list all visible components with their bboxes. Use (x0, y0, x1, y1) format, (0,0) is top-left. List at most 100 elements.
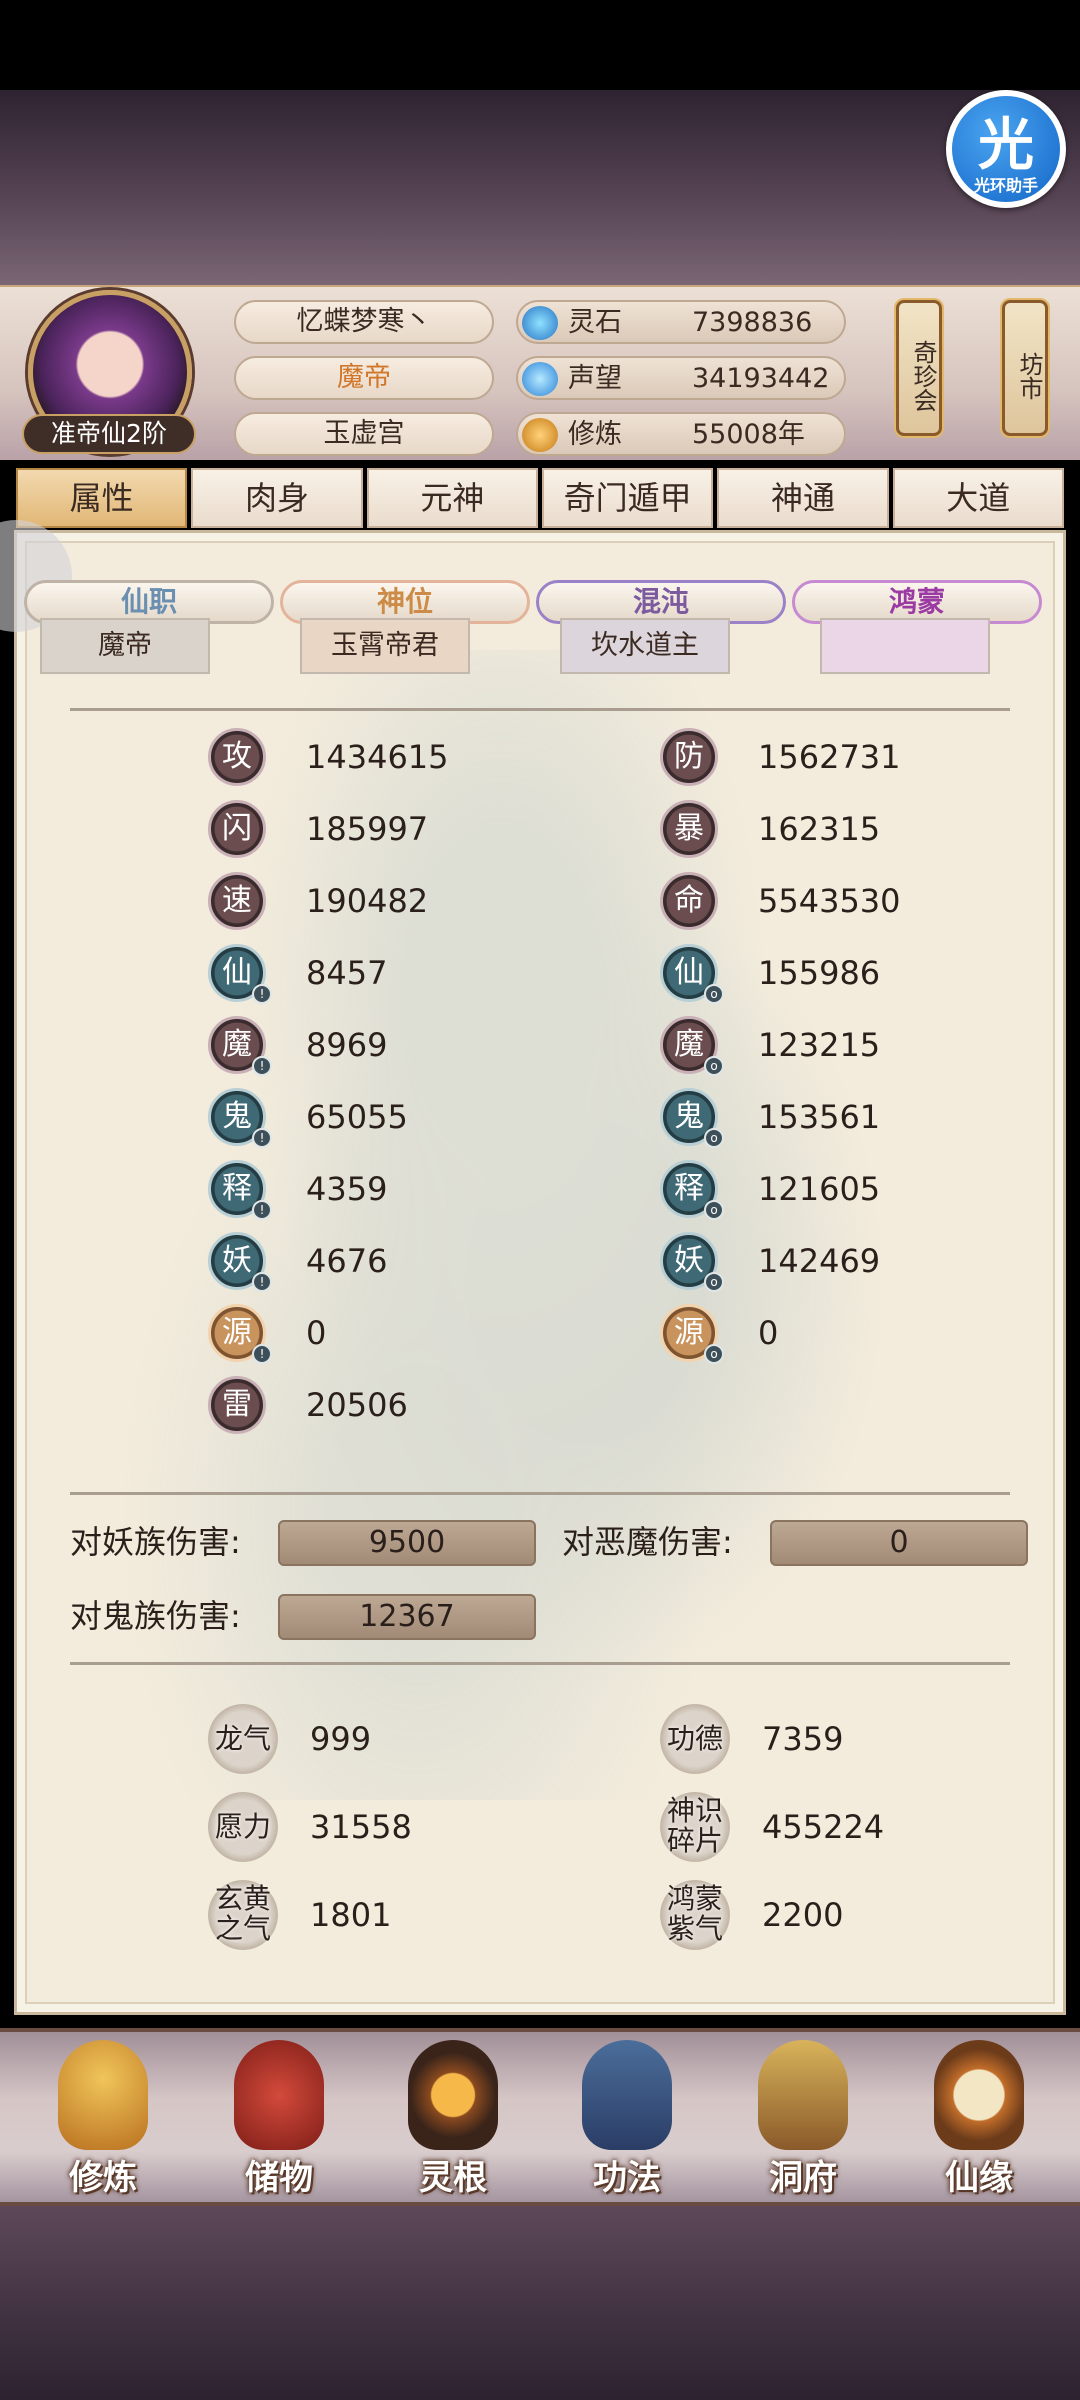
defense-marker-icon: o (704, 1200, 724, 1220)
resource-label: 灵石 (568, 307, 622, 338)
defense-marker-icon: o (704, 1344, 724, 1364)
stat-crit-icon[interactable]: 暴 (660, 800, 718, 858)
prestige-icon (522, 362, 558, 396)
nav-cultivate[interactable]: 修炼 (28, 2040, 178, 2200)
resource-spirit-stone: 灵石 7398836 (516, 300, 846, 344)
attack-marker-icon: ! (252, 1200, 272, 1220)
nav-immortal-fate[interactable]: 仙缘 (904, 2040, 1054, 2200)
resource-cultivation: 修炼 55008年 (516, 412, 846, 456)
damage-label-demon: 对恶魔伤害: (562, 1523, 733, 1561)
resource-value: 7398836 (692, 307, 813, 338)
misc-value: 455224 (762, 1808, 885, 1846)
stat-value: 153561 (758, 1098, 881, 1136)
stat-value: 155986 (758, 954, 881, 992)
category-value: 坎水道主 (560, 618, 730, 674)
nav-label: 洞府 (769, 2158, 837, 2198)
cultivation-icon (522, 418, 558, 452)
nav-label: 修炼 (69, 2158, 137, 2198)
misc-value: 31558 (310, 1808, 412, 1846)
attack-marker-icon: ! (252, 984, 272, 1004)
player-title: 魔帝 (234, 356, 494, 400)
defense-marker-icon: o (704, 1128, 724, 1148)
nav-spirit-root[interactable]: 灵根 (378, 2040, 528, 2200)
stat-value: 0 (758, 1314, 779, 1352)
nav-label: 灵根 (419, 2158, 487, 2198)
soul-shard-icon[interactable]: 神识碎片 (660, 1792, 730, 1862)
tab-body[interactable]: 肉身 (191, 468, 363, 528)
damage-value-ghost: 12367 (278, 1594, 536, 1640)
bottom-background (0, 2206, 1080, 2400)
stat-attack-icon[interactable]: 攻 (208, 728, 266, 786)
tab-soul[interactable]: 元神 (366, 468, 538, 528)
cave-abode-icon (758, 2040, 848, 2150)
nav-label: 仙缘 (945, 2158, 1013, 2198)
nav-cave-abode[interactable]: 洞府 (728, 2040, 878, 2200)
stat-value: 162315 (758, 810, 881, 848)
technique-book-icon (582, 2040, 672, 2150)
market-button[interactable]: 坊市 (1002, 300, 1048, 436)
treasure-fair-button[interactable]: 奇珍会 (896, 300, 942, 436)
nav-technique[interactable]: 功法 (552, 2040, 702, 2200)
resource-value: 55008年 (692, 419, 805, 450)
category-value: 魔帝 (40, 618, 210, 674)
nav-label: 功法 (593, 2158, 661, 2198)
defense-marker-icon: o (704, 1272, 724, 1292)
stat-value: 185997 (306, 810, 429, 848)
hongmeng-purple-qi-icon[interactable]: 鸿蒙紫气 (660, 1880, 730, 1950)
assistant-badge-glyph: 光 (978, 113, 1034, 178)
dragon-qi-icon[interactable]: 龙气 (208, 1704, 278, 1774)
stat-value: 0 (306, 1314, 327, 1352)
defense-marker-icon: o (704, 984, 724, 1004)
xuanhuang-qi-icon[interactable]: 玄黄之气 (208, 1880, 278, 1950)
stat-speed-icon[interactable]: 速 (208, 872, 266, 930)
divider (70, 708, 1010, 711)
storage-bag-icon (234, 2040, 324, 2150)
stat-dodge-icon[interactable]: 闪 (208, 800, 266, 858)
nav-label: 储物 (245, 2158, 313, 2198)
header-background (0, 90, 1080, 285)
assistant-badge-icon: 光 光环助手 (952, 96, 1060, 202)
stat-value: 1562731 (758, 738, 901, 776)
stat-value: 8457 (306, 954, 388, 992)
stat-value: 1434615 (306, 738, 449, 776)
player-sect: 玉虚宫 (234, 412, 494, 456)
resource-label: 声望 (568, 363, 622, 394)
category-value (820, 618, 990, 674)
misc-value: 1801 (310, 1896, 392, 1934)
misc-value: 7359 (762, 1720, 844, 1758)
stat-value: 121605 (758, 1170, 881, 1208)
tab-bar: 属性 肉身 元神 奇门遁甲 神通 大道 (16, 468, 1068, 528)
stat-value: 8969 (306, 1026, 388, 1064)
resource-value: 34193442 (692, 363, 830, 394)
stat-value: 4359 (306, 1170, 388, 1208)
damage-label-yao: 对妖族伤害: (70, 1523, 241, 1561)
attack-marker-icon: ! (252, 1344, 272, 1364)
wish-power-icon[interactable]: 愿力 (208, 1792, 278, 1862)
resource-prestige: 声望 34193442 (516, 356, 846, 400)
nav-storage[interactable]: 储物 (204, 2040, 354, 2200)
stat-defense-icon[interactable]: 防 (660, 728, 718, 786)
divider (70, 1662, 1010, 1665)
stat-value: 65055 (306, 1098, 408, 1136)
tab-qimen-dunjia[interactable]: 奇门遁甲 (541, 468, 714, 528)
damage-value-yao: 9500 (278, 1520, 536, 1566)
assistant-badge-label: 光环助手 (973, 176, 1038, 195)
defense-marker-icon: o (704, 1056, 724, 1076)
immortal-fate-icon (934, 2040, 1024, 2150)
spirit-stone-icon (522, 306, 558, 340)
stat-thunder-icon[interactable]: 雷 (208, 1376, 266, 1434)
spirit-root-icon (408, 2040, 498, 2150)
tab-attributes[interactable]: 属性 (16, 468, 188, 528)
tab-divine-ability[interactable]: 神通 (717, 468, 889, 528)
stat-life-icon[interactable]: 命 (660, 872, 718, 930)
divider (70, 1492, 1010, 1495)
attack-marker-icon: ! (252, 1128, 272, 1148)
stat-value: 190482 (306, 882, 429, 920)
misc-value: 999 (310, 1720, 372, 1758)
misc-value: 2200 (762, 1896, 844, 1934)
assistant-badge[interactable]: 光 光环助手 (946, 90, 1066, 208)
tab-great-dao[interactable]: 大道 (892, 468, 1064, 528)
stat-value: 20506 (306, 1386, 408, 1424)
merit-icon[interactable]: 功德 (660, 1704, 730, 1774)
player-rank: 准帝仙2阶 (22, 414, 196, 454)
